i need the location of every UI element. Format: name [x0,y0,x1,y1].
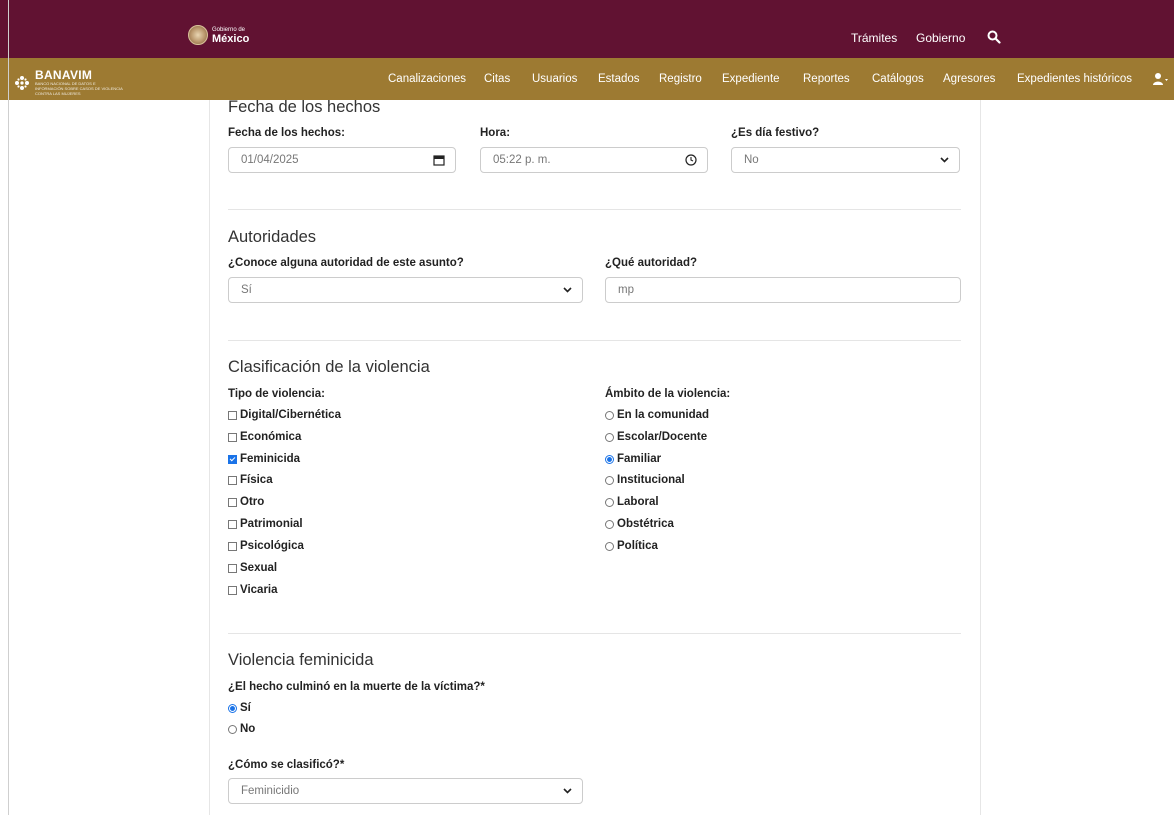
checkbox[interactable] [228,497,237,507]
radio[interactable] [605,541,614,551]
time-label: Hora: [480,127,511,139]
section-title-clasificacion: Clasificación de la violencia [228,358,430,376]
radio[interactable] [605,519,614,529]
ambito-familiar-radio[interactable]: Familiar [605,453,661,465]
ambito-politica-radio[interactable]: Política [605,540,658,552]
tipo-sexual-checkbox[interactable]: Sexual [228,562,277,574]
muerte-si-radio[interactable]: Sí [228,702,251,714]
logo-big-text: México [212,33,250,45]
section-title-feminicida: Violencia feminicida [228,651,374,669]
nav-usuarios[interactable]: Usuarios [532,73,577,85]
seal-icon [188,25,208,45]
muerte-label: ¿El hecho culminó en la muerte de la víc… [228,681,485,693]
time-value: 05:22 p. m. [493,154,551,166]
ambito-label: Ámbito de la violencia: [605,388,731,400]
checkbox[interactable] [228,519,237,529]
tipo-patrimonial-checkbox[interactable]: Patrimonial [228,518,303,530]
conoce-value: Sí [241,284,252,296]
section-title-fecha: Fecha de los hechos [228,98,381,116]
nav-catalogos[interactable]: Catálogos [872,73,924,85]
nav-citas[interactable]: Citas [484,73,510,85]
tipo-feminicida-checkbox[interactable]: Feminicida [228,453,300,465]
date-input[interactable]: 01/04/2025 [228,147,456,173]
nav-expedientes-historicos[interactable]: Expedientes históricos [1017,73,1132,85]
tipo-digital-checkbox[interactable]: Digital/Cibernética [228,409,341,421]
tipo-label: Tipo de violencia: [228,388,325,400]
radio[interactable] [605,432,614,442]
checkbox[interactable] [228,585,237,595]
checkbox[interactable] [228,541,237,551]
ambito-comunidad-radio[interactable]: En la comunidad [605,409,709,421]
checkbox-checked[interactable] [228,454,237,464]
tipo-otro-checkbox[interactable]: Otro [228,496,264,508]
autoridad-label: ¿Qué autoridad? [605,257,697,269]
ambito-escolar-radio[interactable]: Escolar/Docente [605,431,707,443]
section-title-autoridades: Autoridades [228,228,317,246]
conoce-label: ¿Conoce alguna autoridad de este asunto? [228,257,464,269]
brand-name: BANAVIM [35,68,93,82]
user-icon[interactable] [1152,71,1168,87]
section-divider [228,209,961,210]
window-edge [8,0,9,815]
chevron-down-icon [563,788,572,794]
tipo-economica-checkbox[interactable]: Económica [228,431,301,443]
nav-expediente[interactable]: Expediente [722,73,780,85]
muerte-no-radio[interactable]: No [228,723,255,735]
section-divider [228,340,961,341]
tipo-vicaria-checkbox[interactable]: Vicaria [228,584,278,596]
nav-registro[interactable]: Registro [659,73,702,85]
chevron-down-icon [940,157,949,163]
radio[interactable] [605,497,614,507]
ambito-institucional-radio[interactable]: Institucional [605,474,685,486]
nav-agresores[interactable]: Agresores [943,73,995,85]
gov-header: Gobierno de México Trámites Gobierno [0,0,1174,58]
checkbox[interactable] [228,563,237,573]
clasifico-value: Feminicidio [241,785,300,797]
radio[interactable] [605,475,614,485]
radio[interactable] [228,724,237,734]
section-divider [228,633,961,634]
time-input[interactable]: 05:22 p. m. [480,147,708,173]
banavim-logo-icon [15,76,29,90]
festivo-label: ¿Es día festivo? [731,127,820,139]
date-value: 01/04/2025 [241,154,299,166]
radio-checked[interactable] [605,454,614,464]
clasifico-select[interactable]: Feminicidio [228,778,583,804]
clock-icon[interactable] [685,154,697,166]
gov-link-gobierno[interactable]: Gobierno [916,31,965,45]
checkbox[interactable] [228,432,237,442]
autoridad-input[interactable]: mp [605,277,961,303]
checkbox[interactable] [228,475,237,485]
festivo-value: No [744,154,759,166]
nav-canalizaciones[interactable]: Canalizaciones [388,73,466,85]
radio[interactable] [605,410,614,420]
clasifico-label: ¿Cómo se clasificó?* [228,759,345,771]
chevron-down-icon [563,287,572,293]
radio-checked[interactable] [228,703,237,713]
autoridad-value: mp [618,284,634,296]
festivo-select[interactable]: No [731,147,960,173]
banavim-brand[interactable]: BANAVIM BANCO NACIONAL DE DATOS E INFORM… [14,68,125,96]
gov-link-tramites[interactable]: Trámites [851,31,897,45]
ambito-laboral-radio[interactable]: Laboral [605,496,659,508]
nav-reportes[interactable]: Reportes [803,73,850,85]
ambito-obstetrica-radio[interactable]: Obstétrica [605,518,674,530]
tipo-psicologica-checkbox[interactable]: Psicológica [228,540,304,552]
checkbox[interactable] [228,410,237,420]
nav-estados[interactable]: Estados [598,73,640,85]
calendar-icon[interactable] [433,154,445,166]
gov-mexico-logo[interactable]: Gobierno de México [188,25,249,45]
form-card [209,100,981,815]
caret-down-icon [1165,79,1168,81]
date-label: Fecha de los hechos: [228,127,345,139]
main-navbar: BANAVIM BANCO NACIONAL DE DATOS E INFORM… [0,58,1174,100]
conoce-select[interactable]: Sí [228,277,583,303]
brand-subtitle: BANCO NACIONAL DE DATOS E INFORMACIÓN SO… [35,81,123,96]
tipo-fisica-checkbox[interactable]: Física [228,474,273,486]
search-icon[interactable] [987,30,1001,44]
